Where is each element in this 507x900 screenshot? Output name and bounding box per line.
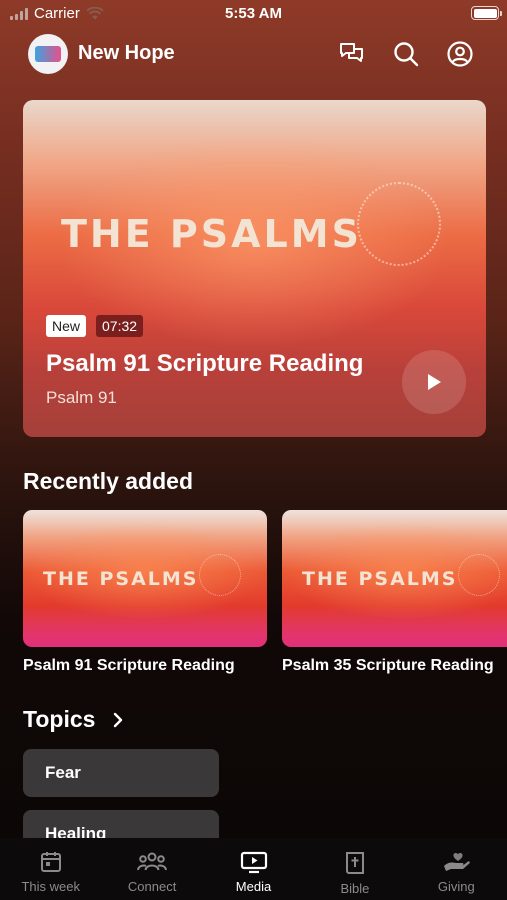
media-card-title: Psalm 91 Scripture Reading — [23, 657, 235, 674]
play-button[interactable] — [402, 350, 466, 414]
bottom-tab-bar: This week Connect Media Bible Giving — [0, 838, 507, 900]
bible-icon — [345, 852, 364, 874]
tab-giving[interactable]: Giving — [406, 838, 507, 900]
profile-button[interactable] — [446, 40, 474, 68]
duration-badge: 07:32 — [96, 315, 144, 337]
hero-title: Psalm 91 Scripture Reading — [46, 350, 364, 377]
church-logo-icon — [35, 46, 61, 62]
topics-heading: Topics — [23, 706, 96, 732]
hero-art-title: THE PSALMS — [61, 212, 362, 256]
hero-art-ring — [357, 182, 441, 266]
new-badge: New — [46, 315, 87, 337]
card-art-ring — [199, 554, 241, 596]
search-button[interactable] — [392, 40, 420, 68]
tab-this-week[interactable]: This week — [0, 838, 101, 900]
calendar-icon — [40, 852, 61, 872]
chat-bubbles-icon — [340, 43, 363, 62]
card-art-ring — [458, 554, 500, 596]
tab-label: Connect — [127, 879, 177, 894]
media-thumbnail: THE PSALMS — [282, 510, 507, 647]
app-header: New Hope — [0, 32, 507, 76]
tab-label: This week — [21, 879, 80, 894]
featured-media-card[interactable]: THE PSALMS New 07:32 Psalm 91 Scripture … — [23, 100, 486, 437]
user-icon — [447, 41, 473, 67]
church-avatar[interactable] — [28, 34, 68, 74]
media-card[interactable]: THE PSALMS Psalm 35 Scripture Reading — [282, 510, 507, 675]
status-bar: Carrier 5:53 AM — [0, 0, 507, 28]
tab-bible[interactable]: Bible — [304, 838, 405, 900]
card-art-title: THE PSALMS — [43, 568, 199, 590]
recently-added-heading: Recently added — [23, 468, 193, 494]
tab-label: Bible — [340, 881, 370, 896]
play-icon — [428, 374, 441, 390]
topic-chip-fear[interactable]: Fear — [23, 749, 219, 797]
tab-label: Giving — [437, 879, 475, 894]
hero-badges: New 07:32 — [46, 315, 144, 337]
topics-header[interactable]: Topics — [23, 706, 123, 733]
giving-hand-icon — [444, 852, 471, 871]
media-thumbnail: THE PSALMS — [23, 510, 267, 647]
tv-play-icon — [240, 851, 267, 874]
hero-subtitle: Psalm 91 — [46, 388, 117, 407]
tab-connect[interactable]: Connect — [101, 838, 202, 900]
media-card[interactable]: THE PSALMS Psalm 91 Scripture Reading — [23, 510, 267, 675]
media-card-title: Psalm 35 Scripture Reading — [282, 657, 494, 674]
church-name[interactable]: New Hope — [78, 42, 175, 65]
tab-label: Media — [235, 879, 272, 894]
messages-button[interactable] — [338, 40, 366, 68]
people-icon — [137, 852, 168, 871]
chevron-right-icon — [114, 712, 123, 727]
card-art-title: THE PSALMS — [302, 568, 458, 590]
battery-icon — [471, 6, 502, 20]
status-time: 5:53 AM — [225, 5, 282, 22]
search-icon — [394, 42, 419, 67]
tab-media[interactable]: Media — [203, 838, 304, 900]
